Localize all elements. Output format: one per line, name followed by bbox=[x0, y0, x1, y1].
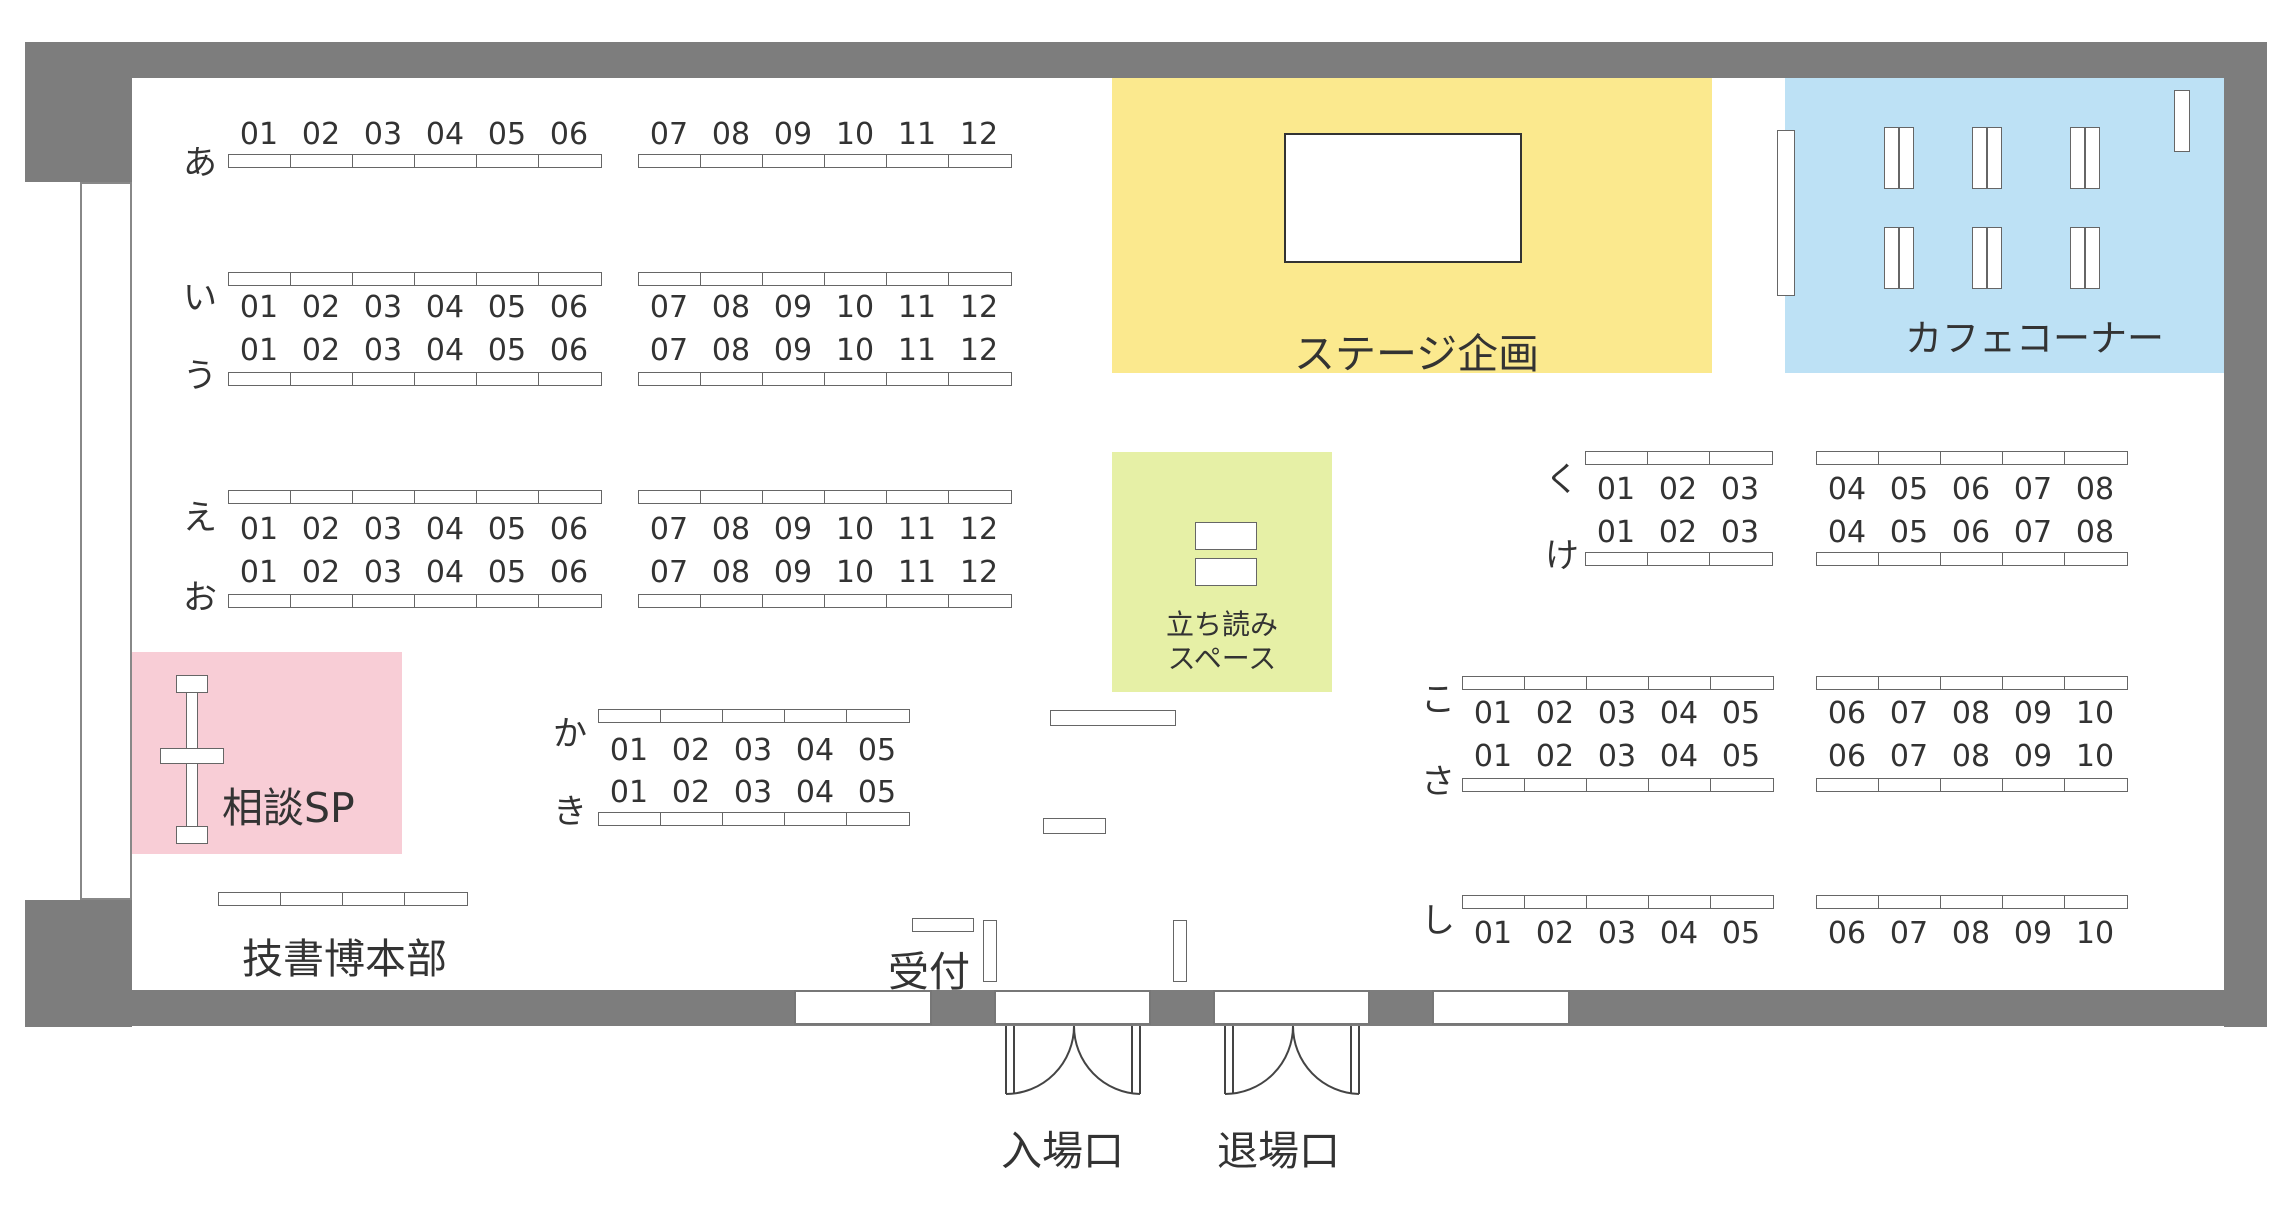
door-layer bbox=[1005, 1025, 1360, 1095]
